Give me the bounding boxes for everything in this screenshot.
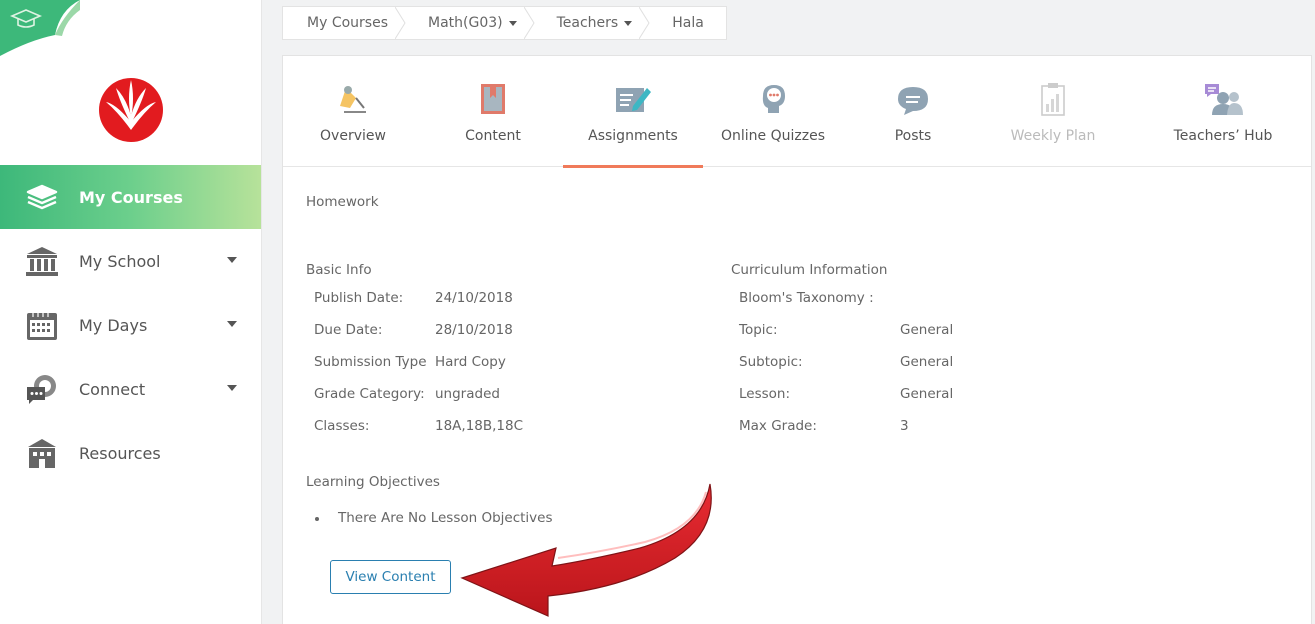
breadcrumb-label: Hala: [672, 15, 704, 31]
bullet-icon: [315, 517, 319, 521]
basic-info-heading: Basic Info: [306, 262, 372, 278]
tab-weekly-plan[interactable]: Weekly Plan: [983, 56, 1123, 167]
topic-label: Topic:: [739, 322, 778, 338]
course-tabs: Overview Content Assignments Online Quiz…: [283, 56, 1311, 168]
sidebar-item-label: My Courses: [79, 187, 183, 207]
sidebar-item-my-school[interactable]: My School: [0, 229, 261, 293]
max-grade-label: Max Grade:: [739, 418, 817, 434]
chevron-down-icon[interactable]: [227, 257, 237, 263]
calendar-icon: [24, 307, 60, 343]
objective-item: There Are No Lesson Objectives: [338, 510, 553, 526]
publish-date-value: 24/10/2018: [435, 290, 513, 306]
tab-label: Assignments: [588, 128, 678, 144]
tab-teachers-hub[interactable]: Teachers’ Hub: [1153, 56, 1293, 167]
assignment-panel: Overview Content Assignments Online Quiz…: [282, 55, 1312, 624]
view-content-button[interactable]: View Content: [330, 560, 451, 594]
breadcrumb-my-courses[interactable]: My Courses: [283, 7, 406, 39]
chevron-down-icon[interactable]: [227, 385, 237, 391]
breadcrumb-label: Teachers: [556, 15, 619, 31]
submission-type-value: Hard Copy: [435, 354, 506, 370]
tab-assignments[interactable]: Assignments: [563, 56, 703, 168]
speech-bubble-icon: [896, 76, 930, 116]
school-building-icon: [24, 243, 60, 279]
head-thinking-icon: [757, 76, 789, 116]
subtopic-label: Subtopic:: [739, 354, 803, 370]
max-grade-value: 3: [900, 418, 909, 434]
pen-tool-icon: [336, 76, 370, 116]
sidebar-item-resources[interactable]: Resources: [0, 421, 261, 485]
sidebar-item-label: Resources: [79, 443, 161, 463]
tab-online-quizzes[interactable]: Online Quizzes: [703, 56, 843, 167]
tab-label: Content: [465, 128, 521, 144]
sidebar: My Courses My School My Days Connect Res…: [0, 0, 262, 624]
due-date-value: 28/10/2018: [435, 322, 513, 338]
classes-value: 18A,18B,18C: [435, 418, 524, 434]
sidebar-item-label: My Days: [79, 315, 148, 335]
breadcrumb-separator: [395, 7, 406, 39]
pen-paper-icon: [613, 76, 653, 116]
tab-content[interactable]: Content: [423, 56, 563, 167]
library-building-icon: [24, 435, 60, 471]
breadcrumb-label: Math(G03): [428, 15, 503, 31]
sidebar-item-label: Connect: [79, 379, 146, 399]
caret-down-icon: [624, 20, 633, 26]
topic-value: General: [900, 322, 954, 338]
tab-label: Posts: [894, 128, 932, 144]
assignment-title: Homework: [306, 194, 379, 210]
lesson-value: General: [900, 386, 954, 402]
chat-bubbles-icon: [24, 371, 60, 407]
caret-down-icon: [508, 20, 517, 26]
tab-posts[interactable]: Posts: [843, 56, 983, 167]
learning-objectives-heading: Learning Objectives: [306, 474, 440, 490]
sidebar-nav: My Courses My School My Days Connect Res…: [0, 165, 261, 485]
clipboard-chart-icon: [1039, 76, 1067, 116]
breadcrumb-separator: [523, 7, 535, 39]
books-stack-icon: [24, 179, 60, 215]
breadcrumb-teachers[interactable]: Teachers: [533, 7, 650, 39]
chevron-down-icon[interactable]: [227, 321, 237, 327]
lesson-label: Lesson:: [739, 386, 791, 402]
breadcrumb-label: My Courses: [307, 15, 388, 31]
corner-hat-icon: [0, 0, 80, 56]
subtopic-value: General: [900, 354, 954, 370]
school-logo: [99, 78, 163, 142]
sidebar-item-connect[interactable]: Connect: [0, 357, 261, 421]
blooms-taxonomy-label: Bloom's Taxonomy :: [739, 290, 874, 306]
grade-category-label: Grade Category:: [314, 386, 425, 402]
tab-label: Overview: [320, 128, 386, 144]
breadcrumb: My Courses Math(G03) Teachers Hala: [282, 6, 727, 40]
breadcrumb-separator: [639, 7, 650, 39]
tab-label: Online Quizzes: [721, 128, 825, 144]
sidebar-item-label: My School: [79, 251, 161, 271]
classes-label: Classes:: [314, 418, 370, 434]
grade-category-value: ungraded: [435, 386, 500, 402]
breadcrumb-math-g03[interactable]: Math(G03): [404, 7, 535, 39]
breadcrumb-hala[interactable]: Hala: [648, 7, 726, 39]
sidebar-item-my-courses[interactable]: My Courses: [0, 165, 261, 229]
submission-type-label: Submission Type: [314, 354, 427, 370]
sidebar-item-my-days[interactable]: My Days: [0, 293, 261, 357]
people-chat-icon: [1201, 76, 1245, 116]
book-icon: [478, 76, 508, 116]
due-date-label: Due Date:: [314, 322, 383, 338]
tab-overview[interactable]: Overview: [283, 56, 423, 167]
tab-label: Teachers’ Hub: [1173, 128, 1273, 144]
tab-label: Weekly Plan: [1010, 128, 1096, 144]
publish-date-label: Publish Date:: [314, 290, 404, 306]
curriculum-heading: Curriculum Information: [731, 262, 888, 278]
